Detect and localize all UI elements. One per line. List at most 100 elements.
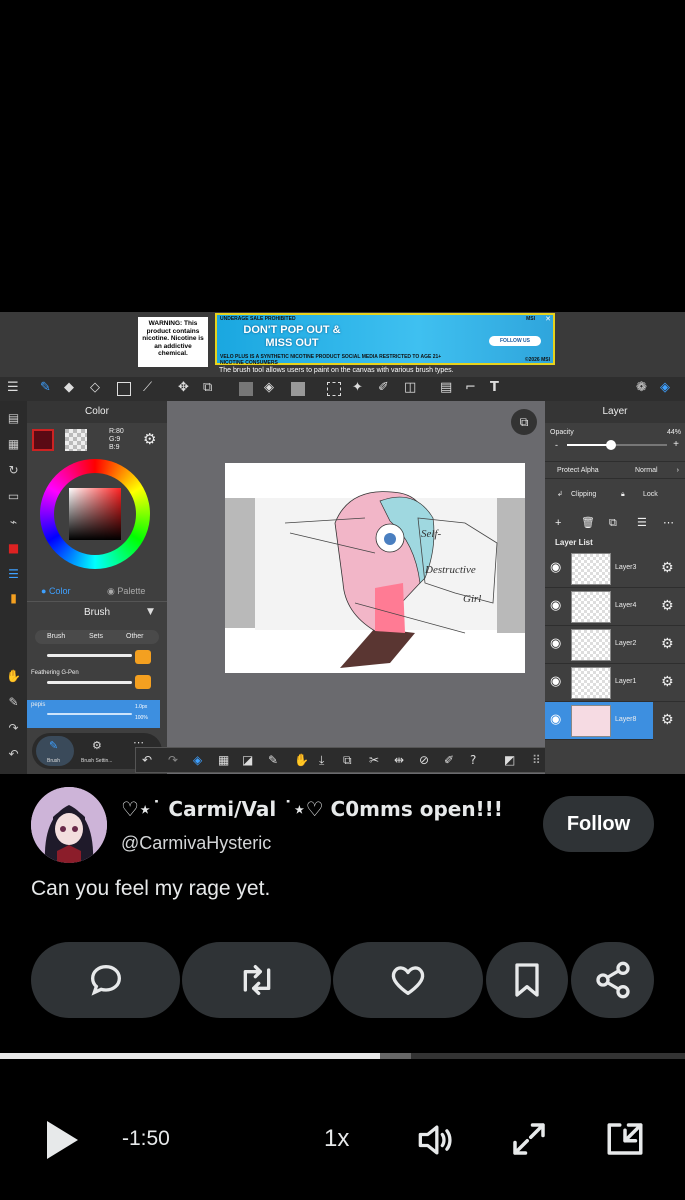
tab-brush[interactable]: Brush — [47, 630, 65, 644]
brush-settings-label[interactable]: Brush Settin... — [81, 758, 112, 764]
opacity-slider-knob[interactable] — [606, 440, 616, 450]
fill-color-icon[interactable] — [239, 382, 253, 396]
video-frame[interactable]: WARNING: This product contains nicotine.… — [0, 312, 685, 774]
brush-settings-icon[interactable]: ⚙ — [92, 739, 102, 752]
swap-color-icon[interactable]: ◪ — [242, 752, 253, 768]
layers-icon[interactable]: ◈ — [660, 380, 670, 396]
layer-settings-gear-icon[interactable]: ⚙ — [661, 636, 674, 652]
blend-mode-select[interactable]: Normal — [635, 462, 658, 480]
eye-icon[interactable]: ◉ — [550, 712, 561, 727]
drag-handle-icon[interactable]: ⠿ — [532, 752, 541, 768]
select-eraser-icon[interactable]: ◫ — [404, 380, 416, 396]
layer-row[interactable]: ◉ Layer2 ⚙ — [545, 626, 685, 664]
saturation-square[interactable] — [69, 488, 121, 540]
eraser-icon[interactable]: ◆ — [64, 380, 74, 396]
add-layer-icon[interactable]: + — [555, 513, 561, 533]
opacity-minus-icon[interactable]: - — [555, 440, 558, 450]
layer-row[interactable]: ◉ Layer1 ⚙ — [545, 664, 685, 702]
grid-icon[interactable]: ▦ — [6, 437, 21, 452]
eyedropper-icon[interactable]: ✎ — [6, 695, 21, 710]
menu-icon[interactable]: ☰ — [7, 380, 19, 396]
canvas-workspace[interactable]: ⧉ Self- Destructive Girl — [167, 401, 545, 774]
ad-follow-button[interactable]: FOLLOW US — [489, 336, 541, 346]
page-icon[interactable]: ▤ — [6, 411, 21, 426]
video-progress-bar[interactable] — [0, 1053, 685, 1059]
artwork-canvas[interactable]: Self- Destructive Girl — [225, 463, 525, 673]
tab-palette[interactable]: ◉ Palette — [107, 581, 145, 601]
opacity-plus-icon[interactable]: + — [673, 439, 679, 450]
palette-strip-icon[interactable]: ▮ — [6, 591, 21, 606]
clipping-toggle[interactable]: Clipping — [571, 486, 596, 504]
layer-row[interactable]: ◉ Layer4 ⚙ — [545, 588, 685, 626]
layer-menu-icon[interactable]: ☰ — [637, 513, 647, 533]
protect-alpha-toggle[interactable]: Protect Alpha — [557, 462, 599, 480]
fill-select-icon[interactable]: ◈ — [193, 752, 202, 768]
undo-icon[interactable]: ↶ — [6, 747, 21, 762]
hand-icon[interactable]: ✋ — [294, 752, 309, 768]
display-name[interactable]: ♡⋆˙ Carmi/Val ˙⋆♡ C0mms open!!! — [121, 797, 503, 821]
eye-icon[interactable]: ◉ — [550, 636, 561, 651]
color-swatch-icon[interactable]: ■ — [6, 541, 21, 556]
playback-speed-button[interactable]: 1x — [324, 1125, 349, 1153]
undo-icon[interactable]: ↶ — [142, 752, 152, 768]
layer-row-selected[interactable]: ◉ Layer8 — [545, 702, 653, 740]
frame-divider-icon[interactable]: ▤ — [440, 380, 452, 396]
dropper-icon[interactable]: ⌁ — [6, 515, 21, 530]
opacity-slider[interactable] — [567, 440, 667, 450]
brush-tab-label[interactable]: Brush — [47, 758, 60, 764]
redo-icon[interactable]: ↷ — [6, 721, 21, 736]
import-icon[interactable]: ⤓ — [319, 752, 324, 768]
brush-item[interactable] — [27, 648, 160, 666]
cut-icon[interactable]: ✂ — [369, 752, 379, 768]
share-button[interactable] — [571, 942, 654, 1018]
transform-icon[interactable]: ⧉ — [203, 380, 212, 396]
tab-sets[interactable]: Sets — [89, 630, 103, 644]
play-icon[interactable] — [43, 1118, 81, 1162]
move-icon[interactable]: ✥ — [178, 380, 189, 396]
ad-banner[interactable]: UNDERAGE SALE PROHIBITED MSI ✕ DON'T POP… — [215, 313, 555, 366]
ad-close-icon[interactable]: ✕ — [545, 315, 551, 323]
bookmark-button[interactable] — [486, 942, 568, 1018]
select-icon[interactable]: ⟋ — [143, 380, 152, 396]
expand-icon[interactable] — [508, 1118, 550, 1160]
brush-item[interactable]: Feathering G-Pen — [27, 668, 160, 696]
filter-icon[interactable]: ▼ — [147, 607, 154, 617]
brush-item-selected[interactable]: pepis 1.0px 100% — [27, 700, 160, 728]
chevron-right-icon[interactable]: › — [677, 462, 679, 480]
marquee-icon[interactable] — [327, 382, 341, 396]
select-pen-icon[interactable]: ✐ — [378, 380, 389, 396]
secondary-color-swatch[interactable] — [65, 429, 87, 451]
deselect-icon[interactable]: ⊘ — [419, 752, 429, 768]
help-icon[interactable]: ? — [470, 752, 476, 768]
copy-icon[interactable]: ⧉ — [343, 752, 352, 768]
brush-icon[interactable]: ✎ — [40, 380, 51, 396]
hand-icon[interactable]: ✋ — [6, 669, 21, 684]
list-icon[interactable]: ☰ — [6, 567, 21, 582]
clear-icon[interactable]: ▦ — [218, 752, 229, 768]
edit-selection-icon[interactable]: ✐ — [444, 752, 454, 768]
like-button[interactable] — [333, 942, 483, 1018]
tab-color[interactable]: ● Color — [41, 581, 70, 601]
color-settings-gear-icon[interactable]: ⚙ — [143, 430, 156, 448]
ruler-tool-icon[interactable]: ▭ — [6, 489, 21, 504]
layer-row[interactable]: ◉ Layer3 ⚙ — [545, 550, 685, 588]
tab-other[interactable]: Other — [126, 630, 144, 644]
pen-icon[interactable]: ✎ — [268, 752, 278, 768]
redo-icon[interactable]: ↷ — [168, 752, 178, 768]
user-handle[interactable]: @CarmivaHysteric — [121, 833, 271, 854]
reply-button[interactable] — [31, 942, 180, 1018]
duplicate-layer-icon[interactable]: ⧉ — [609, 513, 617, 533]
layer-settings-gear-icon[interactable]: ⚙ — [661, 674, 674, 690]
eye-icon[interactable]: ◉ — [550, 674, 561, 689]
ruler-icon[interactable]: ⌐ — [465, 380, 476, 396]
primary-color-swatch[interactable] — [32, 429, 54, 451]
exit-video-icon[interactable] — [604, 1118, 646, 1160]
materials-icon[interactable]: ❁ — [636, 380, 647, 396]
lock-toggle[interactable]: Lock — [643, 486, 658, 504]
eye-icon[interactable]: ◉ — [550, 560, 561, 575]
follow-button[interactable]: Follow — [543, 796, 654, 852]
shape-icon[interactable] — [117, 382, 131, 396]
avatar[interactable] — [31, 787, 107, 863]
more-options-icon[interactable]: ⋯ — [663, 513, 674, 533]
hue-wheel[interactable] — [40, 459, 150, 569]
